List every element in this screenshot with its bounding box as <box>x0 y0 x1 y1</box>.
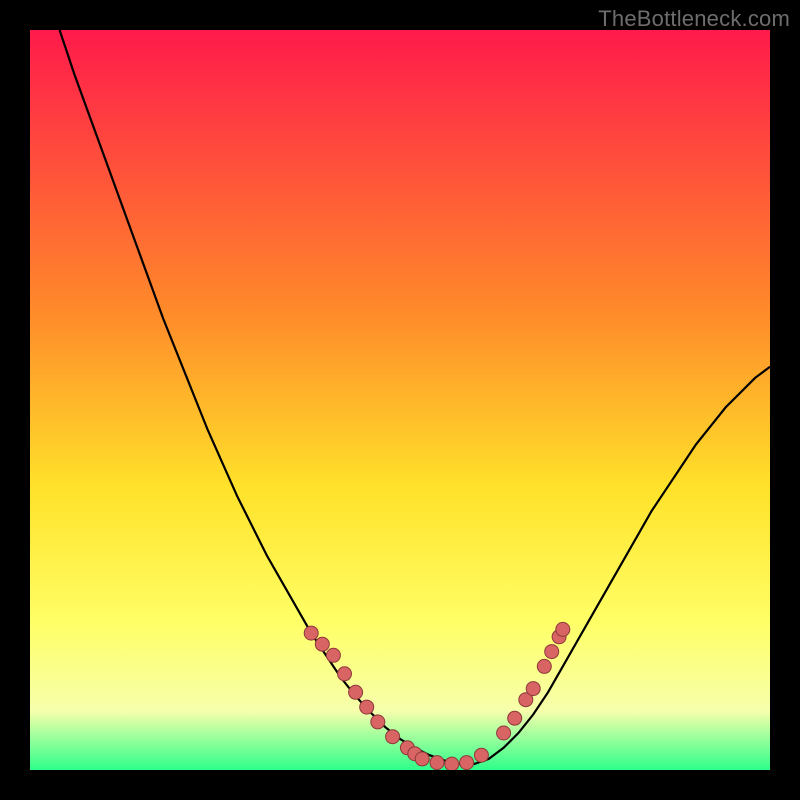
data-dot <box>315 637 329 651</box>
data-dot <box>474 748 488 762</box>
data-dot <box>371 715 385 729</box>
bottleneck-chart <box>30 30 770 770</box>
data-dot <box>386 730 400 744</box>
data-dot <box>556 622 570 636</box>
gradient-background <box>30 30 770 770</box>
data-dot <box>508 711 522 725</box>
data-dot <box>460 756 474 770</box>
data-dot <box>304 626 318 640</box>
data-dot <box>445 757 459 770</box>
data-dot <box>349 685 363 699</box>
data-dot <box>326 648 340 662</box>
data-dot <box>338 667 352 681</box>
data-dot <box>360 700 374 714</box>
data-dot <box>415 752 429 766</box>
watermark-text: TheBottleneck.com <box>598 6 790 32</box>
data-dot <box>526 682 540 696</box>
data-dot <box>537 659 551 673</box>
data-dot <box>545 645 559 659</box>
data-dot <box>497 726 511 740</box>
data-dot <box>430 756 444 770</box>
chart-frame <box>30 30 770 770</box>
